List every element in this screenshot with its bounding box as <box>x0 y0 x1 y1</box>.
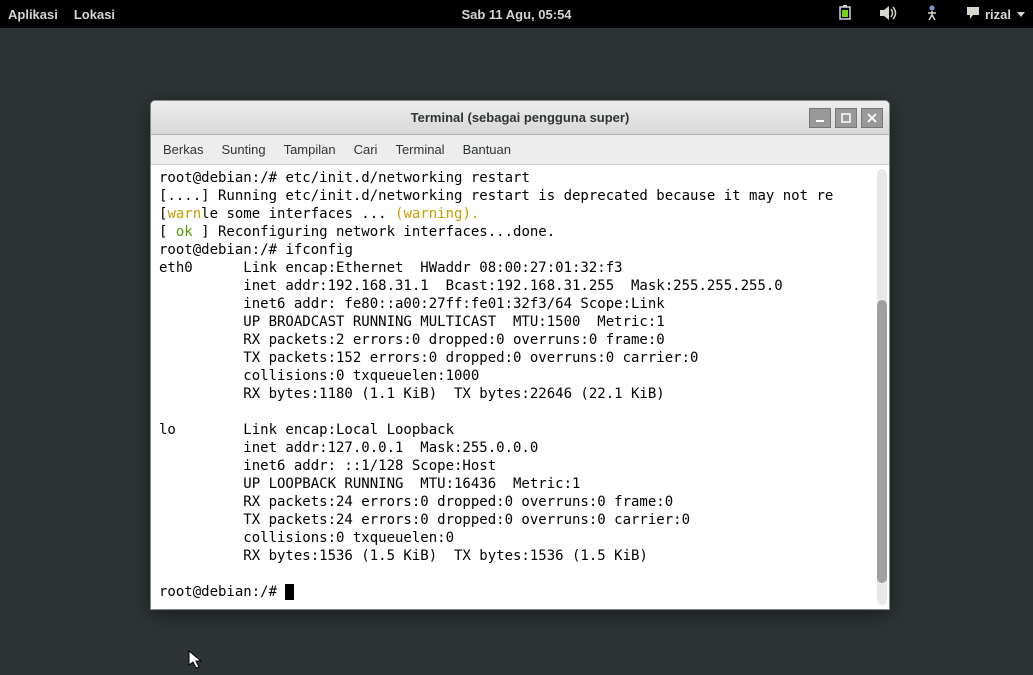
scrollbar[interactable] <box>877 169 887 605</box>
command-text: etc/init.d/networking restart <box>285 170 529 186</box>
output-line: inet addr:127.0.0.1 Mask:255.0.0.0 <box>159 440 538 456</box>
warn-tag: warn <box>167 206 201 222</box>
prompt: root@debian:/# <box>159 242 285 258</box>
ok-tag: ok <box>176 224 193 240</box>
top-panel: Aplikasi Lokasi Sab 11 Agu, 05:54 rizal <box>0 0 1033 28</box>
menu-search[interactable]: Cari <box>354 142 378 157</box>
menu-edit[interactable]: Sunting <box>221 142 265 157</box>
titlebar[interactable]: Terminal (sebagai pengguna super) <box>151 101 889 135</box>
window-title: Terminal (sebagai pengguna super) <box>411 110 630 125</box>
prompt: root@debian:/# <box>159 170 285 186</box>
output-line: inet6 addr: ::1/128 Scope:Host <box>159 458 496 474</box>
terminal-output[interactable]: root@debian:/# etc/init.d/networking res… <box>151 165 889 609</box>
terminal-window: Terminal (sebagai pengguna super) Berkas… <box>150 100 890 610</box>
output-line: [....] Running etc/init.d/networking res… <box>159 188 833 204</box>
menubar: Berkas Sunting Tampilan Cari Terminal Ba… <box>151 135 889 165</box>
output-line: inet addr:192.168.31.1 Bcast:192.168.31.… <box>159 278 783 294</box>
menu-file[interactable]: Berkas <box>163 142 203 157</box>
menu-terminal[interactable]: Terminal <box>395 142 444 157</box>
output-line: eth0 Link encap:Ethernet HWaddr 08:00:27… <box>159 260 623 276</box>
accessibility-icon[interactable] <box>923 5 941 24</box>
username-label: rizal <box>985 7 1011 22</box>
output-line: inet6 addr: fe80::a00:27ff:fe01:32f3/64 … <box>159 296 665 312</box>
volume-icon[interactable] <box>879 5 899 24</box>
output-line: TX packets:152 errors:0 dropped:0 overru… <box>159 350 698 366</box>
menu-view[interactable]: Tampilan <box>284 142 336 157</box>
output-line: ] Reconfiguring network interfaces...don… <box>193 224 555 240</box>
output-line: RX packets:24 errors:0 dropped:0 overrun… <box>159 494 673 510</box>
prompt: root@debian:/# <box>159 584 285 600</box>
chevron-down-icon <box>1017 12 1025 17</box>
menu-help[interactable]: Bantuan <box>463 142 511 157</box>
output-line: RX bytes:1180 (1.1 KiB) TX bytes:22646 (… <box>159 386 665 402</box>
battery-icon[interactable] <box>837 5 855 24</box>
output-line: collisions:0 txqueuelen:0 <box>159 530 454 546</box>
maximize-button[interactable] <box>835 108 857 128</box>
output-line: RX bytes:1536 (1.5 KiB) TX bytes:1536 (1… <box>159 548 648 564</box>
datetime[interactable]: Sab 11 Agu, 05:54 <box>461 7 571 22</box>
output-line: le some interfaces ... <box>201 206 395 222</box>
output-line: lo Link encap:Local Loopback <box>159 422 454 438</box>
terminal-cursor <box>285 584 294 600</box>
applications-menu[interactable]: Aplikasi <box>8 7 58 22</box>
scrollbar-thumb[interactable] <box>877 300 887 583</box>
output-line: UP LOOPBACK RUNNING MTU:16436 Metric:1 <box>159 476 580 492</box>
output-line: [ <box>159 224 176 240</box>
window-controls <box>809 108 883 128</box>
warn-text: (warning). <box>395 206 479 222</box>
minimize-button[interactable] <box>809 108 831 128</box>
user-menu[interactable]: rizal <box>965 6 1025 23</box>
output-line: RX packets:2 errors:0 dropped:0 overruns… <box>159 332 665 348</box>
output-line: collisions:0 txqueuelen:1000 <box>159 368 479 384</box>
output-line: UP BROADCAST RUNNING MULTICAST MTU:1500 … <box>159 314 665 330</box>
mouse-cursor-icon <box>188 650 204 675</box>
output-line: TX packets:24 errors:0 dropped:0 overrun… <box>159 512 690 528</box>
command-text: ifconfig <box>285 242 352 258</box>
locations-menu[interactable]: Lokasi <box>74 7 115 22</box>
chat-icon <box>965 6 981 23</box>
close-button[interactable] <box>861 108 883 128</box>
